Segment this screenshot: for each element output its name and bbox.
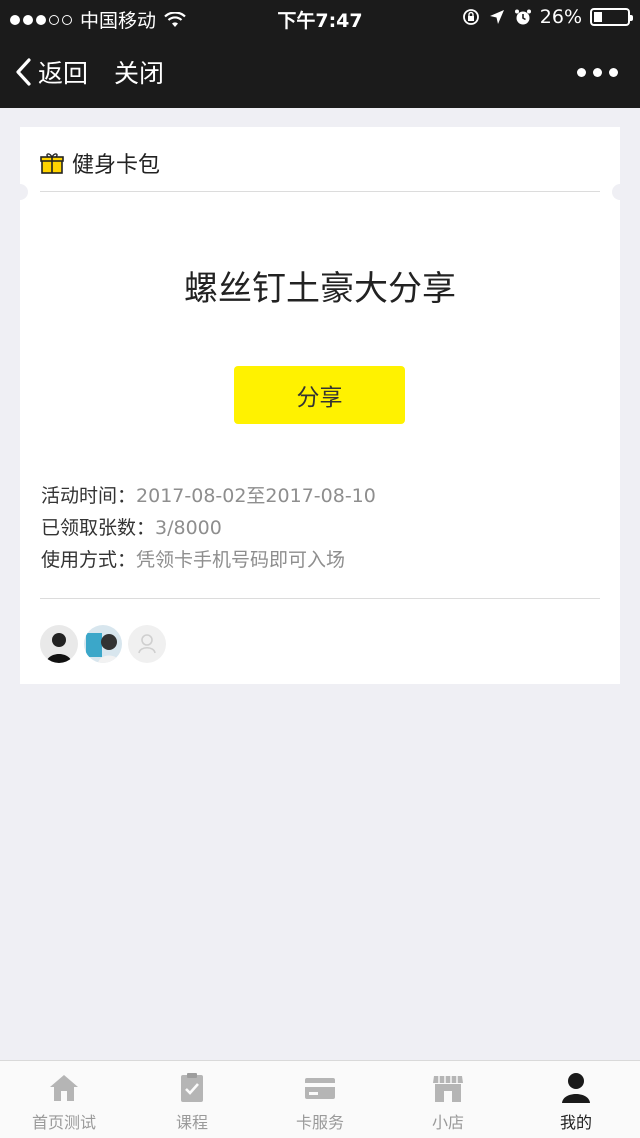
claimed-count-label: 已领取张数： bbox=[41, 517, 156, 539]
avatar[interactable] bbox=[40, 625, 78, 663]
usage-method-label: 使用方式： bbox=[41, 549, 137, 571]
battery-level bbox=[594, 12, 602, 22]
claimed-count-value: 3/8000 bbox=[155, 517, 222, 539]
card-header-title: 健身卡包 bbox=[72, 153, 161, 178]
usage-method-value: 凭领卡手机号码即可入场 bbox=[136, 549, 346, 571]
default-avatar-icon bbox=[128, 625, 166, 663]
claimed-count-row: 已领取张数：3/8000 bbox=[41, 513, 222, 540]
tab-home[interactable]: 首页测试 bbox=[0, 1061, 128, 1138]
alarm-icon bbox=[514, 9, 531, 25]
more-options-icon[interactable] bbox=[577, 68, 618, 77]
usage-method-row: 使用方式：凭领卡手机号码即可入场 bbox=[41, 545, 345, 572]
user-avatar-icon bbox=[40, 625, 78, 663]
status-bar: 中国移动 下午7:47 26% bbox=[0, 0, 640, 36]
tab-label: 小店 bbox=[431, 1113, 464, 1132]
user-avatar-icon bbox=[84, 625, 122, 663]
back-button[interactable]: 返回 bbox=[14, 54, 88, 90]
avatar[interactable] bbox=[84, 625, 122, 663]
chevron-left-icon bbox=[16, 58, 31, 86]
battery-icon bbox=[590, 8, 633, 26]
card-notch-left bbox=[12, 184, 28, 200]
tab-mine[interactable]: 我的 bbox=[512, 1061, 640, 1138]
fitness-card: 健身卡包 螺丝钉土豪大分享 分享 活动时间：2017-08-02至2017-08… bbox=[12, 127, 628, 684]
home-icon bbox=[50, 1075, 78, 1101]
card-title: 螺丝钉土豪大分享 bbox=[184, 269, 456, 309]
clipboard-check-icon bbox=[181, 1073, 203, 1102]
tab-label: 我的 bbox=[559, 1113, 592, 1132]
tab-bar: 首页测试 课程 卡服务 小店 我的 bbox=[0, 1060, 640, 1138]
avatar[interactable] bbox=[128, 625, 166, 663]
tab-label: 课程 bbox=[175, 1113, 208, 1132]
activity-time-label: 活动时间： bbox=[41, 485, 137, 507]
status-right: 26% bbox=[462, 6, 633, 28]
tab-label: 卡服务 bbox=[295, 1113, 344, 1132]
gift-icon bbox=[40, 153, 64, 174]
location-arrow-icon bbox=[489, 10, 504, 24]
activity-time-value: 2017-08-02至2017-08-10 bbox=[136, 485, 376, 507]
card-notch-right bbox=[612, 184, 628, 200]
header-divider bbox=[40, 191, 600, 192]
tab-courses[interactable]: 课程 bbox=[128, 1061, 256, 1138]
info-divider bbox=[40, 598, 600, 599]
activity-time-row: 活动时间：2017-08-02至2017-08-10 bbox=[41, 481, 376, 508]
close-button[interactable]: 关闭 bbox=[114, 54, 164, 90]
share-button[interactable]: 分享 bbox=[234, 366, 405, 424]
user-icon bbox=[562, 1073, 590, 1103]
battery-percent: 26% bbox=[539, 6, 582, 28]
tab-shop[interactable]: 小店 bbox=[384, 1061, 512, 1138]
claimer-avatars bbox=[40, 625, 166, 663]
tab-label: 首页测试 bbox=[31, 1113, 96, 1132]
tab-card-service[interactable]: 卡服务 bbox=[256, 1061, 384, 1138]
shop-icon bbox=[433, 1076, 463, 1102]
rotation-lock-icon bbox=[462, 9, 479, 25]
back-label: 返回 bbox=[38, 59, 89, 88]
nav-bar: 返回 关闭 bbox=[0, 36, 640, 108]
card-icon bbox=[305, 1078, 335, 1099]
card-header: 健身卡包 bbox=[40, 147, 160, 179]
